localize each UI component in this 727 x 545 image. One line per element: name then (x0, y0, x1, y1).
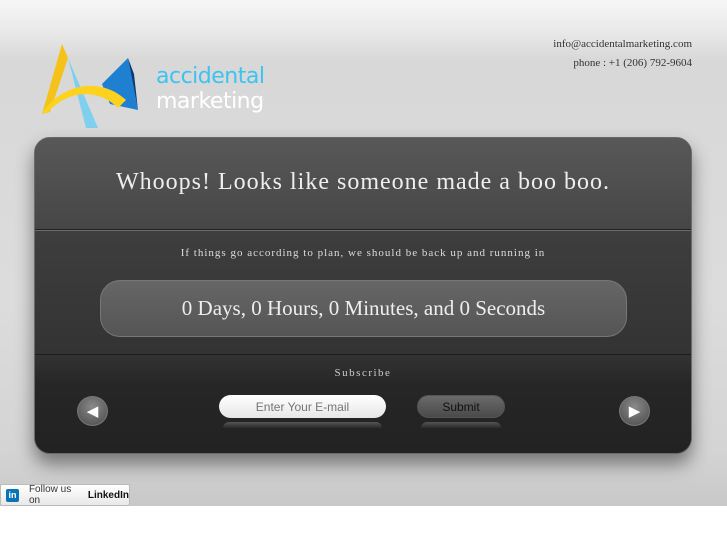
linkedin-follow-text: Follow us on (28, 484, 72, 506)
next-arrow-icon[interactable]: ▶ (619, 396, 650, 426)
email-reflection (223, 422, 382, 428)
subscribe-label: Subscribe (334, 367, 392, 379)
subscribe-section: Subscribe ◀ Submit ▶ (35, 355, 691, 453)
countdown-display: 0 Days, 0 Hours, 0 Minutes, and 0 Second… (100, 280, 627, 337)
maintenance-panel: Whoops! Looks like someone made a boo bo… (34, 137, 692, 454)
linkedin-follow-button[interactable]: in Follow us on LinkedIn (0, 484, 130, 506)
logo-text-marketing: marketing (156, 89, 264, 114)
logo-mark-icon (42, 44, 138, 128)
contact-email[interactable]: info@accidentalmarketing.com (553, 35, 692, 54)
linkedin-icon: in (6, 488, 19, 502)
previous-arrow-icon[interactable]: ◀ (77, 396, 108, 426)
submit-button[interactable]: Submit (417, 395, 505, 418)
linkedin-brand-text: LinkedIn (87, 489, 129, 501)
logo[interactable]: accidental marketing (40, 44, 280, 130)
logo-text-accidental: accidental (156, 64, 265, 89)
countdown-section: If things go according to plan, we shoul… (35, 230, 691, 355)
page-title: Whoops! Looks like someone made a boo bo… (116, 169, 610, 195)
contact-info: info@accidentalmarketing.com phone : +1 … (553, 35, 692, 73)
email-input[interactable] (219, 395, 386, 418)
countdown-subtitle: If things go according to plan, we shoul… (180, 247, 546, 259)
contact-phone: phone : +1 (206) 792-9604 (573, 57, 692, 69)
submit-reflection (421, 422, 501, 428)
header-section: Whoops! Looks like someone made a boo bo… (35, 138, 691, 230)
